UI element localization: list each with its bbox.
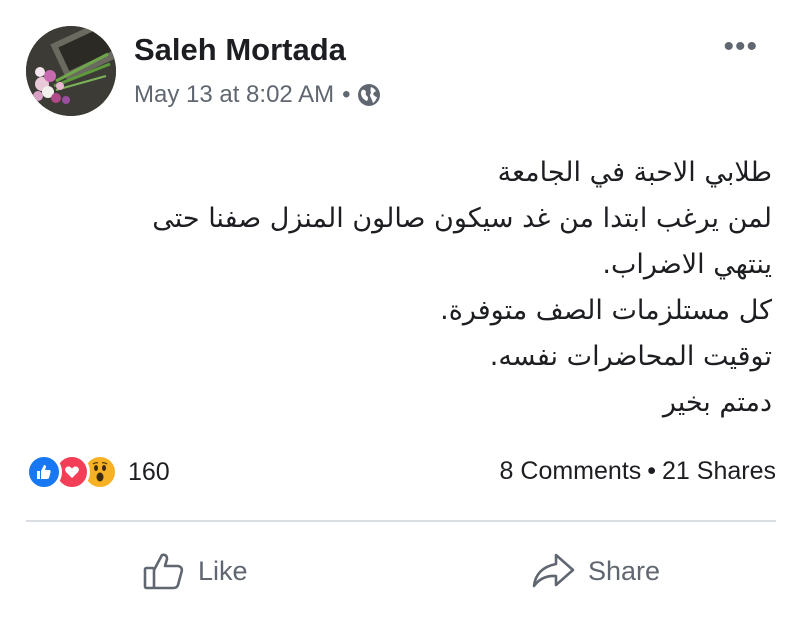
avatar[interactable] — [26, 26, 116, 116]
post-text-line: كل مستلزمات الصف متوفرة. — [440, 295, 772, 326]
reactions-summary[interactable]: 160 — [26, 453, 170, 491]
like-button[interactable]: Like — [142, 540, 248, 602]
comments-count-link[interactable]: 8 Comments — [500, 457, 642, 485]
like-label: Like — [198, 555, 248, 586]
more-options-icon[interactable]: ••• — [723, 32, 758, 62]
meta-separator: • — [342, 81, 351, 108]
avatar-flowers-image — [26, 26, 116, 116]
like-reaction-icon — [26, 454, 62, 490]
post-text-line: طلابي الاحبة في الجامعة — [497, 157, 772, 188]
share-button[interactable]: Share — [530, 540, 660, 602]
post-body: طلابي الاحبة في الجامعة لمن يرغب ابتدا م… — [52, 150, 772, 426]
post-meta: May 13 at 8:02 AM • — [134, 81, 381, 109]
post-timestamp[interactable]: May 13 at 8:02 AM — [134, 81, 334, 109]
globe-icon[interactable] — [357, 83, 381, 107]
post-stats: 160 8 Comments • 21 Shares — [26, 453, 776, 493]
stats-separator: • — [647, 457, 657, 485]
share-label: Share — [588, 555, 661, 586]
comments-shares-summary: 8 Comments • 21 Shares — [500, 457, 776, 486]
reaction-count: 160 — [128, 457, 170, 486]
actions-divider — [26, 520, 776, 522]
post-text-line: توقيت المحاضرات نفسه. — [489, 341, 772, 372]
post-text-line: دمتم بخير — [662, 387, 772, 418]
shares-count-link[interactable]: 21 Shares — [662, 457, 776, 485]
post-header: Saleh Mortada May 13 at 8:02 AM • ••• — [26, 26, 776, 118]
author-name[interactable]: Saleh Mortada — [134, 32, 346, 68]
share-arrow-icon — [532, 553, 575, 588]
post-actions: Like Share — [26, 540, 776, 602]
post-text-line: ينتهي الاضراب. — [602, 249, 772, 280]
post-text-line: لمن يرغب ابتدا من غد سيكون صالون المنزل … — [152, 203, 772, 234]
thumbs-up-icon — [143, 553, 184, 590]
